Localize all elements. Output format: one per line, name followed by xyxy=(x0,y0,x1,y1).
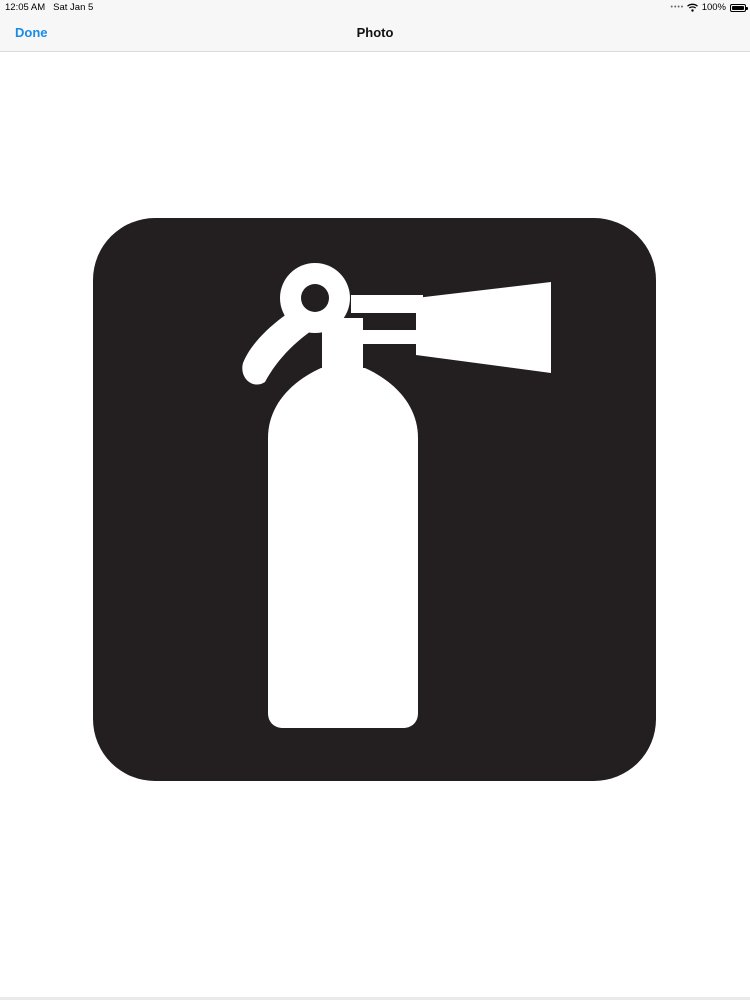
page-title: Photo xyxy=(356,25,394,40)
fire-extinguisher-icon xyxy=(93,218,656,781)
status-right: • • • • 100% xyxy=(670,2,748,13)
battery-icon xyxy=(730,3,748,12)
wifi-icon xyxy=(686,3,698,12)
status-time: 12:05 AM xyxy=(5,2,46,13)
navigation-area: 12:05 AM Sat Jan 5 • • • • 100% Done Pho… xyxy=(0,0,750,52)
handle-hole xyxy=(301,284,329,312)
status-bar: 12:05 AM Sat Jan 5 • • • • 100% xyxy=(0,0,750,16)
status-left: 12:05 AM Sat Jan 5 xyxy=(5,2,93,13)
photo-viewer-screen: 12:05 AM Sat Jan 5 • • • • 100% Done Pho… xyxy=(0,0,750,1000)
navigation-bar: Done Photo xyxy=(0,16,750,51)
status-date: Sat Jan 5 xyxy=(53,2,94,13)
battery-percentage: 100% xyxy=(701,2,726,13)
signal-dots-icon: • • • • xyxy=(670,4,684,11)
photo-area[interactable] xyxy=(0,52,750,997)
